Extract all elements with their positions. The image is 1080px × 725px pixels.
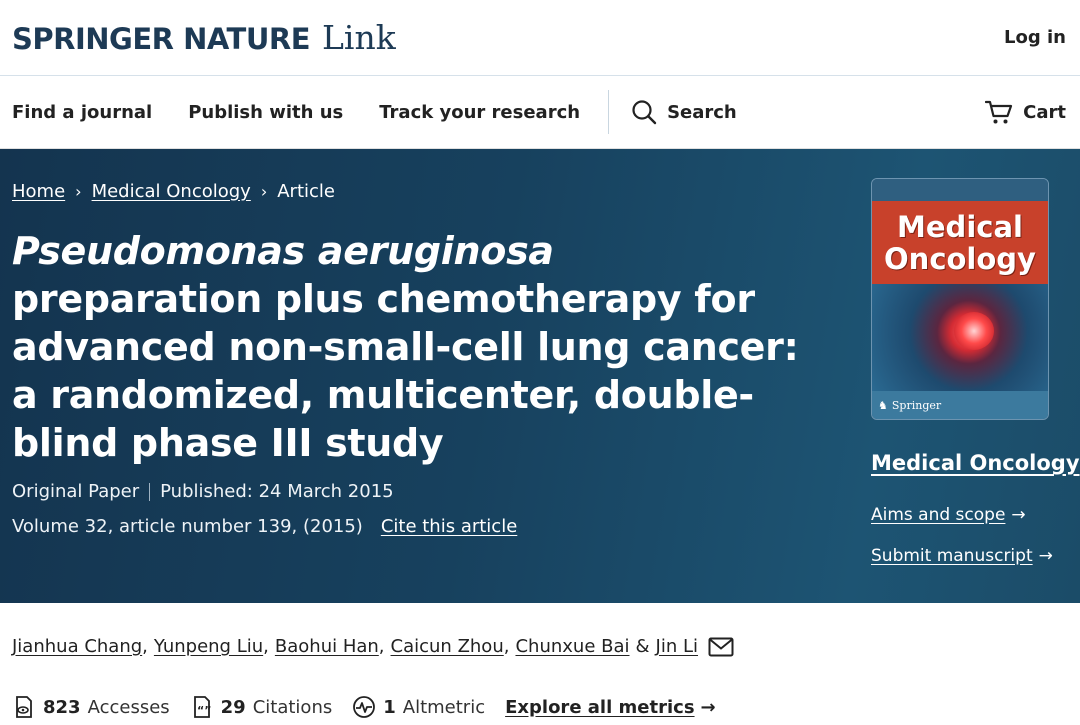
article-metrics: 823 Accesses “” 29 Citations 1 Altmetric… [12,695,716,719]
article-title-italic: Pseudomonas aeruginosa [12,229,554,273]
cover-cell-image [872,284,1048,391]
cover-title-line2: Oncology [884,241,1036,276]
nav-publish-with-us[interactable]: Publish with us [188,102,343,123]
author-ampersand: & [635,636,650,657]
published-date: Published: 24 March 2015 [160,481,394,502]
altmetric-icon [353,696,376,718]
springer-nature-logo[interactable]: SPRINGER NATURE Link [12,18,396,57]
author-list: Jianhua Chang, Yunpeng Liu, Baohui Han, … [12,636,734,657]
search-button[interactable]: Search [631,99,737,125]
author-link[interactable]: Chunxue Bai [515,636,629,657]
submit-manuscript-link[interactable]: Submit manuscript → [871,546,1053,566]
search-icon [632,100,657,125]
login-link[interactable]: Log in [1004,27,1066,48]
altmetric-metric: 1 Altmetric [352,695,485,719]
svg-text:“”: “” [197,704,211,717]
arrow-right-icon: → [700,696,716,718]
altmetric-count: 1 [383,696,396,718]
citations-label: Citations [252,696,333,718]
arrow-right-icon: → [1038,546,1053,566]
email-icon[interactable] [708,637,734,657]
citations-icon: “” [193,696,211,718]
meta-divider [149,482,151,501]
breadcrumb-current: Article [277,181,335,202]
author-separator: , [378,636,385,657]
accesses-icon [16,696,32,718]
author-link[interactable]: Yunpeng Liu [154,636,263,657]
author-separator: , [142,636,148,657]
springer-horse-icon: ♞ [878,398,888,412]
cover-title-line1: Medical [897,209,1023,244]
nav-divider [608,90,610,134]
article-type: Original Paper [12,481,140,502]
article-title-rest: preparation plus chemotherapy for advanc… [12,277,799,465]
volume-info: Volume 32, article number 139, (2015) [12,516,363,537]
chevron-right-icon: › [260,182,268,201]
explore-metrics-label: Explore all metrics [505,696,695,718]
top-header: SPRINGER NATURE Link Log in [0,0,1080,76]
author-link[interactable]: Jin Li [656,636,698,657]
cover-top-band [872,179,1048,201]
arrow-right-icon: → [1011,505,1026,525]
cite-article-link[interactable]: Cite this article [381,516,517,537]
author-separator: , [503,636,510,657]
author-link[interactable]: Jianhua Chang [12,636,142,657]
aims-scope-link[interactable]: Aims and scope → [871,505,1026,525]
accesses-metric: 823 Accesses [12,695,170,719]
brand-name: SPRINGER NATURE [12,22,311,56]
author-separator: , [263,636,269,657]
cover-footer: ♞ Springer [872,391,1048,419]
submit-manuscript-label: Submit manuscript [871,546,1033,566]
article-citation-line: Volume 32, article number 139, (2015) Ci… [12,516,517,537]
article-title: Pseudomonas aeruginosa preparation plus … [12,227,812,467]
cover-title-block: Medical Oncology [872,201,1048,284]
accesses-label: Accesses [87,696,170,718]
cancer-cell-illustration [954,312,994,350]
nav-track-research[interactable]: Track your research [379,102,580,123]
article-hero: Home › Medical Oncology › Article Pseudo… [0,149,1080,603]
journal-title-link[interactable]: Medical Oncology [871,451,1080,475]
cart-button[interactable]: Cart [985,99,1066,125]
main-nav: Find a journal Publish with us Track you… [0,76,1080,149]
breadcrumb: Home › Medical Oncology › Article [12,181,335,202]
author-link[interactable]: Baohui Han [275,636,379,657]
explore-metrics-link[interactable]: Explore all metrics → [505,697,716,718]
nav-find-journal[interactable]: Find a journal [12,102,152,123]
article-meta: Original Paper Published: 24 March 2015 [12,481,394,502]
cart-icon [985,100,1013,124]
breadcrumb-home[interactable]: Home [12,181,65,202]
author-link[interactable]: Caicun Zhou [391,636,504,657]
aims-scope-label: Aims and scope [871,505,1006,525]
breadcrumb-journal[interactable]: Medical Oncology [92,181,251,202]
accesses-count: 823 [43,696,81,718]
altmetric-label: Altmetric [402,696,486,718]
journal-cover[interactable]: Medical Oncology ♞ Springer [871,178,1049,420]
search-label: Search [667,101,737,123]
brand-link-text: Link [322,18,396,57]
cart-label: Cart [1023,101,1066,123]
cover-publisher: Springer [891,398,942,412]
chevron-right-icon: › [75,182,82,201]
citations-count: 29 [220,696,246,718]
citations-metric: “” 29 Citations [190,695,333,719]
